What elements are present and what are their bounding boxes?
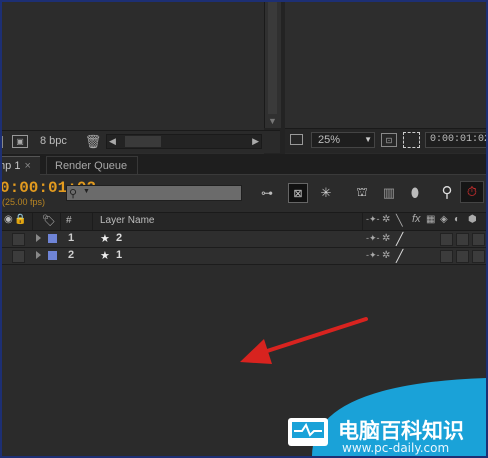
watermark: 电脑百科知识 www.pc-daily.com [272, 378, 486, 456]
monitor-logo-icon [288, 418, 328, 446]
app-frame: ▼ ▣ 8 bpc 🗑 ◀ ▶ 25% ▼ ⊡ 0:00:01:02 p 1 ×… [2, 2, 486, 456]
watermark-url: www.pc-daily.com [342, 441, 450, 455]
